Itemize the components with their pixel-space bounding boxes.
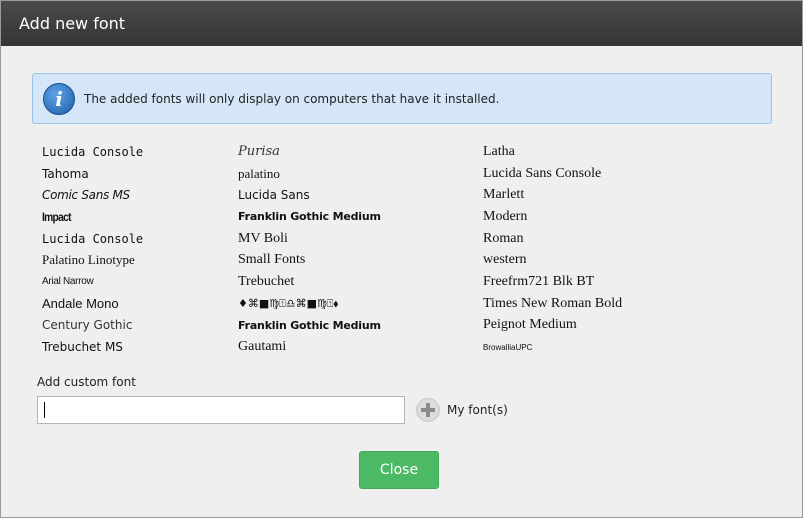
font-option[interactable]: Lucida Console — [42, 228, 143, 250]
font-option[interactable]: BrowalliaUPC — [483, 336, 622, 358]
font-option[interactable]: Latha — [483, 141, 622, 163]
font-option[interactable]: western — [483, 249, 622, 271]
add-font-dialog: Add new font i The added fonts will only… — [0, 0, 803, 518]
font-option[interactable]: Lucida Console — [42, 141, 143, 163]
dialog-title: Add new font — [19, 14, 126, 33]
font-option[interactable]: Century Gothic — [42, 315, 143, 337]
add-font-button[interactable] — [416, 398, 440, 422]
font-option[interactable]: Gautami — [238, 336, 381, 358]
custom-font-label: Add custom font — [37, 375, 136, 389]
font-option[interactable]: Small Fonts — [238, 249, 381, 271]
font-option[interactable]: Andale Mono — [42, 293, 143, 315]
font-column-2: Purisa palatino Lucida Sans Franklin Got… — [238, 141, 381, 358]
dialog-titlebar: Add new font — [1, 1, 802, 46]
font-option[interactable]: Freefrm721 Blk BT — [483, 271, 622, 293]
custom-font-input[interactable] — [37, 396, 405, 424]
plus-icon-bar — [421, 408, 435, 412]
font-option[interactable]: Arial Narrow — [42, 271, 143, 293]
info-message: The added fonts will only display on com… — [84, 92, 500, 106]
font-option[interactable]: Impact — [42, 206, 128, 228]
font-option[interactable]: Modern — [483, 206, 622, 228]
info-banner: i The added fonts will only display on c… — [32, 73, 772, 124]
font-option[interactable]: MV Boli — [238, 228, 381, 250]
font-column-1: Lucida Console Tahoma Comic Sans MS Impa… — [42, 141, 143, 358]
font-option[interactable]: Times New Roman Bold — [483, 293, 622, 315]
font-option[interactable]: Lucida Sans Console — [483, 163, 622, 185]
info-icon: i — [43, 83, 75, 115]
close-button[interactable]: Close — [359, 451, 439, 489]
font-option[interactable]: Tahoma — [42, 163, 143, 185]
font-option[interactable]: palatino — [238, 163, 381, 185]
font-option[interactable]: Lucida Sans — [238, 184, 381, 206]
font-column-3: Latha Lucida Sans Console Marlett Modern… — [483, 141, 622, 358]
font-option[interactable]: Comic Sans MS — [42, 184, 143, 206]
font-option[interactable]: Franklin Gothic Medium — [238, 315, 381, 337]
font-option[interactable]: Roman — [483, 228, 622, 250]
font-option[interactable]: Trebuchet MS — [42, 336, 143, 358]
font-option[interactable]: Purisa — [238, 141, 381, 163]
my-fonts-link[interactable]: My font(s) — [447, 403, 508, 417]
font-option[interactable]: ♦⌘■♍⍐♎⌘■♍⍐⬧ — [238, 293, 381, 315]
text-caret — [44, 402, 45, 418]
font-option[interactable]: Marlett — [483, 184, 622, 206]
font-option[interactable]: Peignot Medium — [483, 315, 622, 337]
font-option[interactable]: Trebuchet — [238, 271, 381, 293]
font-option[interactable]: Palatino Linotype — [42, 249, 143, 271]
font-option[interactable]: Franklin Gothic Medium — [238, 206, 381, 228]
